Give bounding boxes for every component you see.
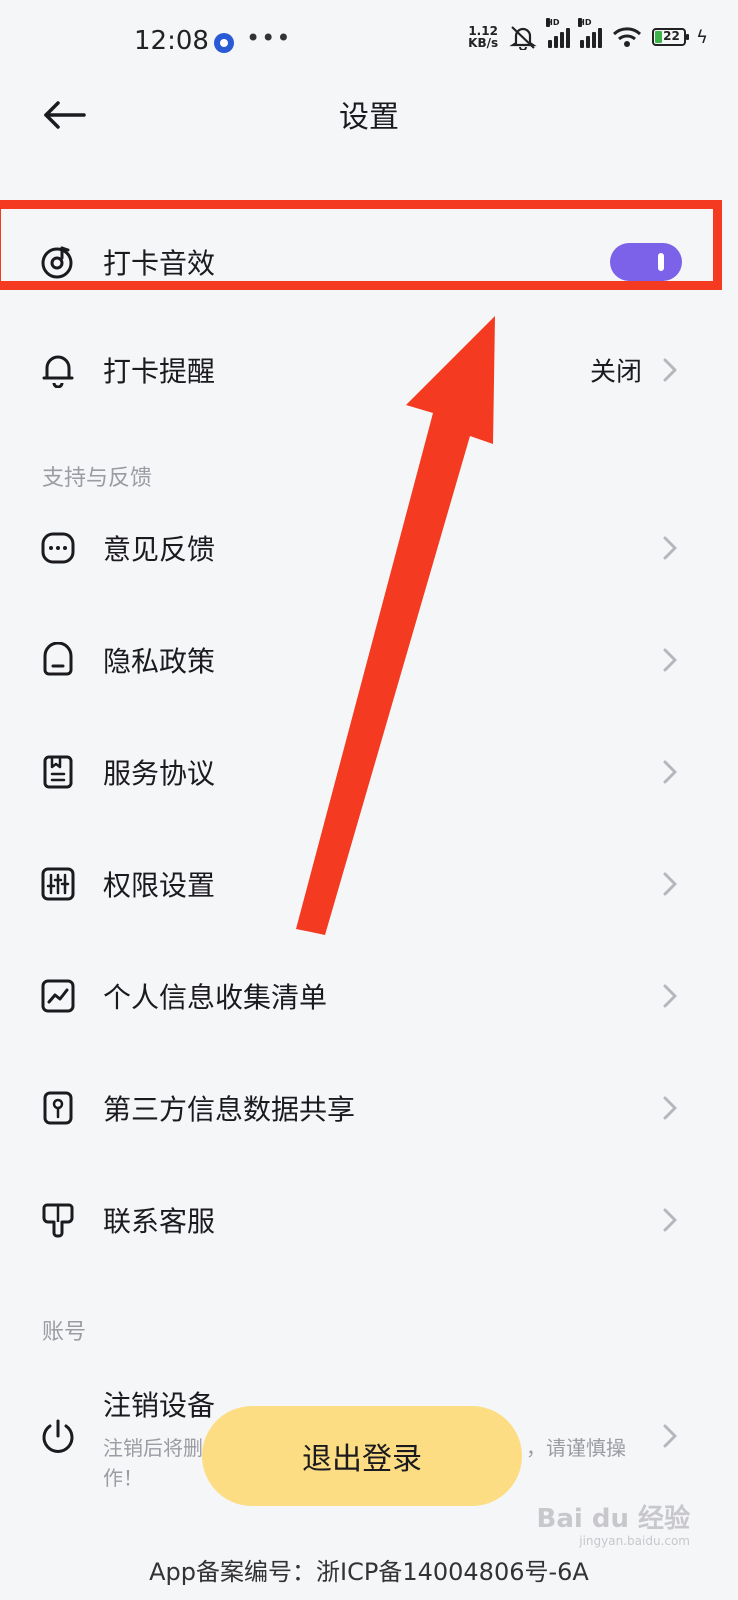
feedback-label: 意见反馈: [103, 533, 216, 566]
cellular-signal-2-icon: HD: [578, 18, 603, 48]
agreement-label: 服务协议: [103, 757, 216, 790]
setting-row-agreement[interactable]: 服务协议: [0, 716, 738, 828]
chevron-right-icon: [663, 1424, 677, 1448]
chevron-right-icon: [663, 872, 677, 896]
hd-badge-2: HD: [578, 18, 592, 27]
battery-level: 22: [663, 29, 680, 43]
setting-row-permissions[interactable]: 权限设置: [0, 828, 738, 940]
setting-row-customer-service[interactable]: 联系客服: [0, 1164, 738, 1276]
privacy-label: 隐私政策: [103, 645, 216, 678]
deregister-label: 注销设备: [103, 1389, 216, 1422]
baidu-jingyan-watermark: Bai du 经验: [536, 1504, 691, 1534]
status-indicators: 1.12 KB/s HD HD 22 ϟ: [468, 18, 708, 50]
trend-chart-icon: [41, 979, 75, 1013]
deregister-desc-left: 注销后将删: [103, 1436, 203, 1460]
status-time: 12:08: [134, 26, 209, 56]
network-speed: 1.12 KB/s: [468, 25, 498, 49]
chevron-right-icon: [663, 358, 677, 382]
chevron-right-icon: [663, 1096, 677, 1120]
setting-row-info-list[interactable]: 个人信息收集清单: [0, 940, 738, 1052]
icp-filing-number: App备案编号：浙ICP备14004806号-6A: [149, 1558, 589, 1586]
network-speed-unit: KB/s: [468, 36, 499, 50]
info-list-label: 个人信息收集清单: [103, 981, 328, 1014]
feedback-chat-icon: [41, 532, 75, 564]
chevron-right-icon: [663, 760, 677, 784]
customer-service-icon: [42, 1203, 74, 1238]
charging-icon: ϟ: [696, 26, 708, 48]
hd-badge-1: HD: [546, 18, 560, 27]
key-lock-icon: [43, 1091, 73, 1125]
header: 设置: [0, 86, 738, 196]
reminder-value: 关闭: [589, 357, 642, 388]
sliders-icon: [41, 867, 75, 901]
more-notifications-icon: •••: [246, 24, 292, 52]
setting-row-feedback[interactable]: 意见反馈: [0, 492, 738, 604]
battery-icon: 22: [652, 28, 690, 46]
status-bar: 12:08 ••• 1.12 KB/s HD HD 22 ϟ: [0, 0, 738, 86]
chevron-right-icon: [663, 648, 677, 672]
wifi-icon: [613, 27, 642, 47]
setting-row-sound[interactable]: 打卡音效: [0, 206, 738, 318]
power-icon: [42, 1419, 74, 1453]
setting-row-reminder[interactable]: 打卡提醒 关闭: [0, 314, 738, 426]
third-party-label: 第三方信息数据共享: [103, 1093, 356, 1126]
bell-icon: [42, 355, 74, 388]
permissions-label: 权限设置: [103, 869, 216, 902]
sound-toggle[interactable]: [610, 243, 682, 281]
notification-app-icon: [214, 33, 234, 53]
chevron-right-icon: [663, 536, 677, 560]
privacy-shield-icon: [43, 642, 73, 676]
setting-row-third-party[interactable]: 第三方信息数据共享: [0, 1052, 738, 1164]
cellular-signal-1-icon: HD: [546, 18, 571, 48]
section-title-support: 支持与反馈: [42, 466, 153, 491]
page-title: 设置: [339, 100, 399, 135]
section-title-account: 账号: [42, 1320, 87, 1345]
deregister-desc-line2: 作！: [103, 1466, 143, 1490]
watermark-url: jingyan.baidu.com: [579, 1534, 690, 1548]
document-bookmark-icon: [43, 755, 73, 789]
setting-row-privacy[interactable]: 隐私政策: [0, 604, 738, 716]
chevron-right-icon: [663, 1208, 677, 1232]
customer-service-label: 联系客服: [103, 1205, 216, 1238]
chevron-right-icon: [663, 984, 677, 1008]
mute-bell-icon: [509, 26, 537, 50]
reminder-label: 打卡提醒: [103, 355, 216, 388]
music-disc-icon: [41, 246, 73, 279]
deregister-desc-right: ，请谨慎操: [526, 1436, 626, 1460]
sound-label: 打卡音效: [103, 247, 216, 280]
logout-button[interactable]: 退出登录: [202, 1406, 522, 1506]
